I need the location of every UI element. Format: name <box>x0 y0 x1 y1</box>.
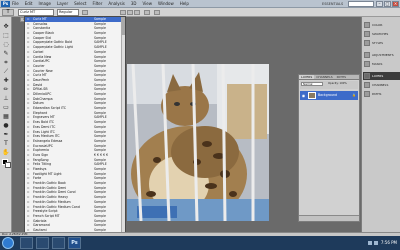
pen-tool-icon[interactable]: ✒ <box>2 131 10 139</box>
clock[interactable]: 7:56 PM <box>381 238 397 248</box>
cat-photo <box>127 64 269 221</box>
font-size-icon[interactable] <box>82 10 88 15</box>
layers-controls: Normal Opacity: 100% <box>300 81 358 89</box>
hand-tool-icon[interactable]: ✋ <box>2 149 10 157</box>
photoshop-logo: Ps <box>1 1 10 7</box>
network-icon[interactable] <box>367 241 372 245</box>
gradient-tool-icon[interactable]: ▦ <box>2 113 10 121</box>
dock-styles[interactable]: STYLES <box>363 39 400 47</box>
menu-window[interactable]: Window <box>158 1 174 7</box>
taskbar-photoshop-icon[interactable]: Ps <box>68 237 81 249</box>
layer-name: Background <box>318 93 338 97</box>
dock-color[interactable]: COLOR <box>363 21 400 29</box>
taskbar-ie-icon[interactable] <box>20 237 33 249</box>
background-color-swatch[interactable] <box>5 162 11 168</box>
tab-layers[interactable]: LAYERS <box>299 75 315 79</box>
title-bar: Ps File Edit Image Layer Select Filter A… <box>0 0 400 8</box>
type-tool-preset-icon[interactable]: T <box>2 9 14 16</box>
menu-help[interactable]: Help <box>180 1 189 7</box>
align-left-icon[interactable] <box>120 10 126 15</box>
minimize-button[interactable]: – <box>376 1 383 7</box>
menu-layer[interactable]: Layer <box>57 1 68 7</box>
dropdown-scrollbar[interactable] <box>121 17 125 233</box>
channels-icon <box>364 82 370 88</box>
layer-row-background[interactable]: ◉ Background 🔒 <box>300 91 358 100</box>
close-button[interactable]: × <box>392 1 399 7</box>
menu-bar: File Edit Image Layer Select Filter Anal… <box>12 1 195 7</box>
dock-swatches[interactable]: SWATCHES <box>363 30 400 38</box>
start-button[interactable] <box>2 237 14 249</box>
adjustments-icon <box>364 52 370 58</box>
menu-3d[interactable]: 3D <box>131 1 137 7</box>
lasso-tool-icon[interactable]: ◌ <box>2 41 10 49</box>
swatches-icon <box>364 31 370 37</box>
masks-icon <box>364 61 370 67</box>
search-input[interactable] <box>348 1 374 7</box>
workspace-switcher[interactable]: ESSENTIALS <box>322 1 343 7</box>
taskbar: Ps 7:56 PM <box>0 236 400 250</box>
brush-tool-icon[interactable]: ✏ <box>2 86 10 94</box>
align-right-icon[interactable] <box>134 10 140 15</box>
styles-icon <box>364 40 370 46</box>
menu-filter[interactable]: Filter <box>92 1 102 7</box>
clone-stamp-tool-icon[interactable]: ⊥ <box>2 95 10 103</box>
marquee-tool-icon[interactable]: ⬚ <box>2 32 10 40</box>
tools-panel: ✥ ⬚ ◌ ✎ ⌗ ⟋ ✚ ✏ ⊥ ▭ ▦ ● ✒ T ✋ <box>0 17 12 232</box>
layer-thumbnail <box>308 92 316 99</box>
align-center-icon[interactable] <box>127 10 133 15</box>
layers-panel: LAYERS CHANNELS PATHS Normal Opacity: 10… <box>298 74 360 222</box>
dock-layers[interactable]: LAYERS <box>363 72 400 80</box>
layers-panel-footer <box>299 215 359 221</box>
text-color-swatch[interactable] <box>144 10 150 15</box>
healing-brush-tool-icon[interactable]: ✚ <box>2 77 10 85</box>
system-tray: 7:56 PM <box>366 238 397 248</box>
taskbar-media-icon[interactable] <box>52 237 65 249</box>
menu-edit[interactable]: Edit <box>25 1 33 7</box>
menu-select[interactable]: Select <box>74 1 86 7</box>
dock-channels[interactable]: CHANNELS <box>363 81 400 89</box>
blend-mode-select[interactable]: Normal <box>301 82 323 86</box>
right-panel-dock: COLOR SWATCHES STYLES ADJUSTMENTS MASKS … <box>361 17 400 232</box>
lock-icon: 🔒 <box>352 93 356 97</box>
layers-icon <box>364 73 370 79</box>
menu-image[interactable]: Image <box>38 1 51 7</box>
dock-adjustments[interactable]: ADJUSTMENTS <box>363 51 400 59</box>
dropdown-scroll-thumb[interactable] <box>122 17 125 35</box>
paths-icon <box>364 91 370 97</box>
window-controls: – ▢ × <box>375 1 399 7</box>
eyedropper-tool-icon[interactable]: ⟋ <box>2 68 10 76</box>
dock-masks[interactable]: MASKS <box>363 60 400 68</box>
tab-paths[interactable]: PATHS <box>335 75 348 79</box>
menu-analysis[interactable]: Analysis <box>108 1 124 7</box>
warp-text-icon[interactable] <box>154 10 160 15</box>
eraser-tool-icon[interactable]: ▭ <box>2 104 10 112</box>
color-icon <box>364 22 370 28</box>
opacity-field[interactable]: Opacity: 100% <box>328 82 356 86</box>
dodge-tool-icon[interactable]: ● <box>2 122 10 130</box>
menu-file[interactable]: File <box>12 1 19 7</box>
tab-channels[interactable]: CHANNELS <box>314 75 334 79</box>
taskbar-explorer-icon[interactable] <box>36 237 49 249</box>
maximize-button[interactable]: ▢ <box>384 1 391 7</box>
volume-icon[interactable] <box>373 241 378 245</box>
move-tool-icon[interactable]: ✥ <box>2 23 10 31</box>
menu-view[interactable]: View <box>143 1 153 7</box>
font-family-dropdown[interactable]: O Curlz MT Sample O Consolas Sample O Constanti… <box>24 16 126 234</box>
quick-select-tool-icon[interactable]: ✎ <box>2 50 10 58</box>
dock-paths[interactable]: PATHS <box>363 90 400 98</box>
font-family-select[interactable]: Curlz MT <box>18 9 54 16</box>
layers-panel-tabs: LAYERS CHANNELS PATHS <box>299 75 359 80</box>
crop-tool-icon[interactable]: ⌗ <box>2 59 10 67</box>
type-tool-icon[interactable]: T <box>2 140 10 148</box>
document-canvas[interactable] <box>127 64 269 221</box>
eye-icon[interactable]: ◉ <box>301 93 306 98</box>
font-style-select[interactable]: Regular <box>57 9 79 16</box>
